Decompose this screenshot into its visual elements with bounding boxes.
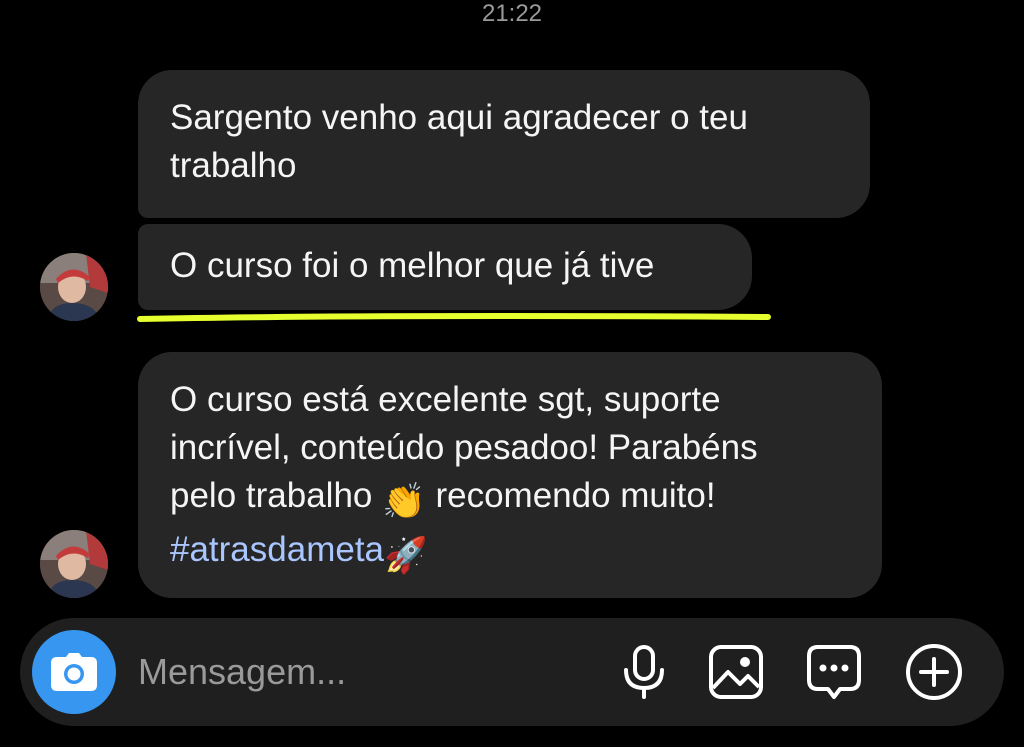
message-text: pelo trabalho <box>170 476 373 515</box>
add-button[interactable] <box>904 642 964 702</box>
gallery-icon <box>709 645 763 699</box>
clapping-hands-emoji: 👏 <box>382 482 426 521</box>
message-bubble[interactable]: O curso está excelente sgt, suporte incr… <box>138 352 882 598</box>
message-line: incrível, conteúdo pesadoo! Parabéns <box>170 428 758 467</box>
highlight-underline <box>137 312 771 322</box>
gallery-button[interactable] <box>706 642 766 702</box>
plus-icon <box>906 644 962 700</box>
message-timestamp: 21:22 <box>481 0 543 27</box>
message-text: recomendo muito! <box>435 476 716 515</box>
sticker-button[interactable] <box>804 642 864 702</box>
sticker-icon <box>807 645 861 699</box>
avatar[interactable] <box>40 530 108 598</box>
message-input[interactable] <box>138 648 578 696</box>
message-line: pelo trabalho 👏 recomendo muito! <box>170 472 850 526</box>
message-bubble[interactable]: O curso foi o melhor que já tive <box>138 224 752 310</box>
message-composer <box>20 618 1004 726</box>
microphone-button[interactable] <box>614 642 674 702</box>
avatar[interactable] <box>40 253 108 321</box>
rocket-emoji: 🚀 <box>384 536 428 575</box>
message-bubble[interactable]: Sargento venho aqui agradecer o teu trab… <box>138 70 870 218</box>
message-line: O curso está excelente sgt, suporte <box>170 380 721 419</box>
message-line: #atrasdameta🚀 <box>170 526 850 580</box>
hashtag-link[interactable]: #atrasdameta <box>170 530 384 569</box>
microphone-icon <box>624 645 664 699</box>
camera-button[interactable] <box>32 630 116 714</box>
camera-icon <box>51 653 97 691</box>
